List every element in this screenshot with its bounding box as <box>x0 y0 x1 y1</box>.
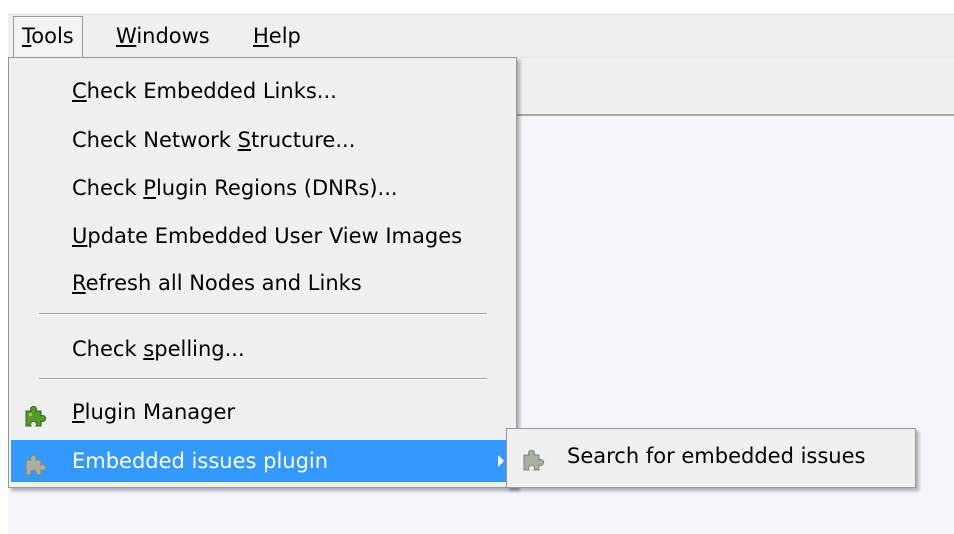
menu-windows[interactable]: Windows <box>108 17 218 55</box>
menu-item-embedded-issues-plugin[interactable]: Embedded issues plugin <box>11 440 514 482</box>
menu-item-label: Update Embedded User View Images <box>72 224 463 248</box>
tools-dropdown-menu: Check Embedded Links... Check Network St… <box>8 57 517 488</box>
menu-tools-accesskey: T <box>22 24 32 48</box>
menu-item-label: Check Network Structure... <box>72 128 356 152</box>
menu-item-label: Search for embedded issues <box>567 444 866 468</box>
menu-item-label: Check Embedded Links... <box>72 79 337 103</box>
menu-item-check-spelling[interactable]: Check spelling... <box>11 328 514 370</box>
puzzle-piece-gray-icon <box>23 449 47 476</box>
embedded-issues-submenu: Search for embedded issues <box>506 428 916 488</box>
menu-tools-label: ools <box>31 24 74 48</box>
menu-help-accesskey: H <box>253 24 269 48</box>
menu-item-label: Refresh all Nodes and Links <box>72 271 362 295</box>
menu-separator <box>39 313 487 315</box>
submenu-arrow-icon <box>498 455 504 467</box>
menu-item-plugin-manager[interactable]: Plugin Manager <box>11 391 514 433</box>
menu-item-label: Plugin Manager <box>72 400 236 424</box>
menu-item-label: Check spelling... <box>72 337 245 361</box>
menu-windows-label: indows <box>136 24 210 48</box>
menu-bar: Tools Windows Help <box>8 14 954 58</box>
menu-separator <box>39 378 487 380</box>
puzzle-piece-green-icon <box>23 400 47 427</box>
menu-item-check-plugin-regions[interactable]: Check Plugin Regions (DNRs)... <box>11 167 514 209</box>
menu-help-label: elp <box>268 24 301 48</box>
menu-item-label: Check Plugin Regions (DNRs)... <box>72 176 398 200</box>
menu-item-label: Embedded issues plugin <box>72 449 329 473</box>
app-toolbar <box>516 58 954 116</box>
menu-item-search-for-embedded-issues[interactable]: Search for embedded issues <box>509 435 913 477</box>
menu-item-check-embedded-links[interactable]: Check Embedded Links... <box>11 70 514 112</box>
menu-windows-accesskey: W <box>116 24 137 48</box>
menu-tools[interactable]: Tools <box>13 16 83 57</box>
app-footer <box>8 488 954 534</box>
puzzle-piece-gray-icon <box>521 444 545 471</box>
menu-item-update-embedded-user-view-images[interactable]: Update Embedded User View Images <box>11 215 514 257</box>
menu-item-check-network-structure[interactable]: Check Network Structure... <box>11 119 514 161</box>
menu-help[interactable]: Help <box>245 17 309 55</box>
menu-item-refresh-all-nodes-and-links[interactable]: Refresh all Nodes and Links <box>11 262 514 304</box>
